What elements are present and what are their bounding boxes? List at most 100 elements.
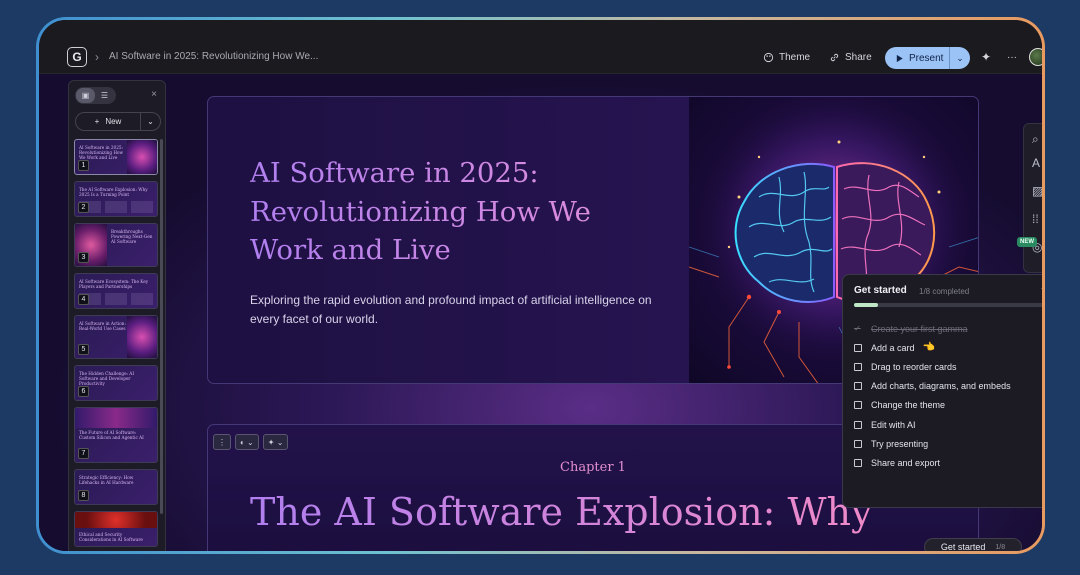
slide-2-title[interactable]: The AI Software Explosion: Why xyxy=(250,490,873,534)
thumbnail-list: AI Software in 2025: Revolutionizing How… xyxy=(74,139,158,551)
card-menu-icon[interactable]: ⋮ xyxy=(213,434,231,450)
get-started-pill-label: Get started xyxy=(940,542,986,551)
thumbnail-title: The AI Software Explosion: Why 2025 Is a… xyxy=(79,187,148,198)
theme-label: Theme xyxy=(779,51,811,63)
text-icon[interactable]: A xyxy=(1032,156,1040,170)
checklist-item[interactable]: Drag to reorder cards xyxy=(854,357,1042,376)
thumbnail-number: 2 xyxy=(78,202,89,213)
app-window: G › AI Software in 2025: Revolutionizing… xyxy=(39,20,1042,551)
get-started-pill[interactable]: Get started 1/8 xyxy=(924,538,1022,551)
checklist-item[interactable]: Share and export xyxy=(854,453,1042,472)
checkbox[interactable] xyxy=(854,362,862,371)
pointing-hand-icon: 👈 xyxy=(922,342,935,354)
thumbnail-view-icon[interactable]: ▣ xyxy=(76,88,95,103)
checklist-item-label: Create your first gamma xyxy=(871,323,968,334)
new-badge: NEW xyxy=(1017,237,1037,247)
checklist-item[interactable]: Edit with AI xyxy=(854,415,1042,434)
checklist: ✓ Create your first gamma Add a card 👈 Drag … xyxy=(854,319,1042,473)
theme-button[interactable]: Theme xyxy=(763,48,810,66)
checklist-item[interactable]: Add charts, diagrams, and embeds xyxy=(854,377,1042,396)
thumbnail-title: Strategic Efficiency: How Lifehacks in A… xyxy=(79,475,134,486)
list-view-icon[interactable]: ☰ xyxy=(95,88,114,103)
thumbnail-number: 8 xyxy=(78,490,89,501)
close-icon[interactable]: × xyxy=(151,89,157,100)
link-icon xyxy=(830,53,839,61)
checklist-item[interactable]: Add a card 👈 xyxy=(854,338,1042,357)
app-frame: G › AI Software in 2025: Revolutionizing… xyxy=(36,17,1045,554)
thumbnail-number: 3 xyxy=(78,252,89,263)
get-started-count: 1/8 completed xyxy=(919,287,970,296)
checkmark-icon[interactable]: ✓ xyxy=(854,324,862,333)
insert-tool-strip: ⌕ A ▨ ⁞⁞ ◎ xyxy=(1023,123,1042,273)
share-label: Share xyxy=(845,51,872,63)
gamma-logo-icon[interactable]: G xyxy=(67,47,87,67)
thumbnail-9[interactable]: Ethical and Security Considerations in A… xyxy=(74,511,158,547)
checkbox[interactable] xyxy=(854,343,862,352)
grid-icon[interactable]: ⁞⁞ xyxy=(1032,212,1039,226)
plus-icon: + xyxy=(94,117,100,126)
present-dropdown-chevron-icon[interactable]: ⌄ xyxy=(950,53,970,64)
new-card-label: New xyxy=(105,117,122,126)
thumbnail-number: 4 xyxy=(78,294,89,305)
play-icon xyxy=(896,54,903,62)
minimize-icon[interactable]: – xyxy=(1041,283,1042,294)
checkbox[interactable] xyxy=(854,458,862,467)
sidebar-scrollbar[interactable] xyxy=(160,139,163,514)
checklist-item[interactable]: ✓ Create your first gamma xyxy=(854,319,1042,338)
thumbnail-title: Breakthroughs Powering Next-Gen AI Softw… xyxy=(111,229,153,245)
checklist-item[interactable]: Try presenting xyxy=(854,434,1042,453)
thumbnail-title: The Future of AI Software: Custom Silico… xyxy=(79,430,144,441)
thumbnail-number: 7 xyxy=(78,448,89,459)
thumbnail-1[interactable]: AI Software in 2025: Revolutionizing How… xyxy=(74,139,158,175)
get-started-progress xyxy=(854,303,1042,307)
thumbnail-number: 6 xyxy=(78,386,89,397)
get-started-panel: Get started 1/8 completed – ✓ Create your… xyxy=(842,274,1042,508)
share-button[interactable]: Share xyxy=(829,48,872,66)
thumbnail-title: Ethical and Security Considerations in A… xyxy=(79,532,143,543)
doc-title[interactable]: AI Software in 2025: Revolutionizing How… xyxy=(109,51,318,62)
checklist-item-label: Edit with AI xyxy=(871,419,916,430)
get-started-pill-count: 1/8 xyxy=(995,543,1006,551)
search-icon[interactable]: ⌕ xyxy=(1032,132,1039,147)
thumbnail-title: AI Software in 2025: Revolutionizing How… xyxy=(79,145,124,161)
checkbox[interactable] xyxy=(854,382,862,391)
more-options-button[interactable]: ··· xyxy=(1007,48,1017,66)
checklist-item-label: Change the theme xyxy=(871,400,946,411)
image-icon[interactable]: ▨ xyxy=(1032,184,1042,198)
avatar[interactable] xyxy=(1029,48,1042,66)
thumbnail-number: 1 xyxy=(78,160,89,171)
ai-sparkle-icon[interactable]: ✦ xyxy=(981,48,991,66)
palette-icon xyxy=(763,52,774,62)
sidebar-view-toggle[interactable]: ▣ ☰ xyxy=(75,87,116,104)
new-card-button[interactable]: + New ⌄ xyxy=(75,112,161,131)
thumbnail-2[interactable]: The AI Software Explosion: Why 2025 Is a… xyxy=(74,181,158,217)
thumbnail-title: The Hidden Challenge: AI Software and De… xyxy=(79,371,134,387)
checkbox[interactable] xyxy=(854,401,862,410)
present-button[interactable]: Present ⌄ xyxy=(885,47,970,69)
top-bar: G › AI Software in 2025: Revolutionizing… xyxy=(39,20,1042,74)
checklist-item[interactable]: Change the theme xyxy=(854,396,1042,415)
checklist-item-label: Try presenting xyxy=(871,438,929,449)
checkbox[interactable] xyxy=(854,439,862,448)
new-card-dropdown-chevron-icon[interactable]: ⌄ xyxy=(141,117,160,126)
card-toolbar: ⋮ ◐ ⌄ ✦ ⌄ xyxy=(213,434,289,450)
card-ai-button[interactable]: ✦ ⌄ xyxy=(262,434,289,450)
slide-title[interactable]: AI Software in 2025: Revolutionizing How… xyxy=(250,154,670,270)
thumbnail-title: AI Software in Action: Real-World Use Ca… xyxy=(79,321,126,332)
card-sidebar: ▣ ☰ × + New ⌄ AI Software in 2025: Revol… xyxy=(68,80,166,551)
checkbox[interactable] xyxy=(854,420,862,429)
checklist-item-label: Share and export xyxy=(871,457,941,468)
card-style-button[interactable]: ◐ ⌄ xyxy=(235,434,259,450)
breadcrumb-chevron-icon: › xyxy=(95,50,99,64)
checklist-item-label: Add charts, diagrams, and embeds xyxy=(871,381,1011,392)
checklist-item-label: Add a card xyxy=(871,342,915,353)
thumbnail-7[interactable]: The Future of AI Software: Custom Silico… xyxy=(74,407,158,463)
thumbnail-3[interactable]: Breakthroughs Powering Next-Gen AI Softw… xyxy=(74,223,158,267)
thumbnail-5[interactable]: AI Software in Action: Real-World Use Ca… xyxy=(74,315,158,359)
get-started-title: Get started xyxy=(854,285,907,296)
thumbnail-4[interactable]: AI Software Ecosystem: The Key Players a… xyxy=(74,273,158,309)
slide-subtitle[interactable]: Exploring the rapid evolution and profou… xyxy=(250,291,660,329)
get-started-progress-fill xyxy=(854,303,878,307)
thumbnail-6[interactable]: The Hidden Challenge: AI Software and De… xyxy=(74,365,158,401)
thumbnail-8[interactable]: Strategic Efficiency: How Lifehacks in A… xyxy=(74,469,158,505)
